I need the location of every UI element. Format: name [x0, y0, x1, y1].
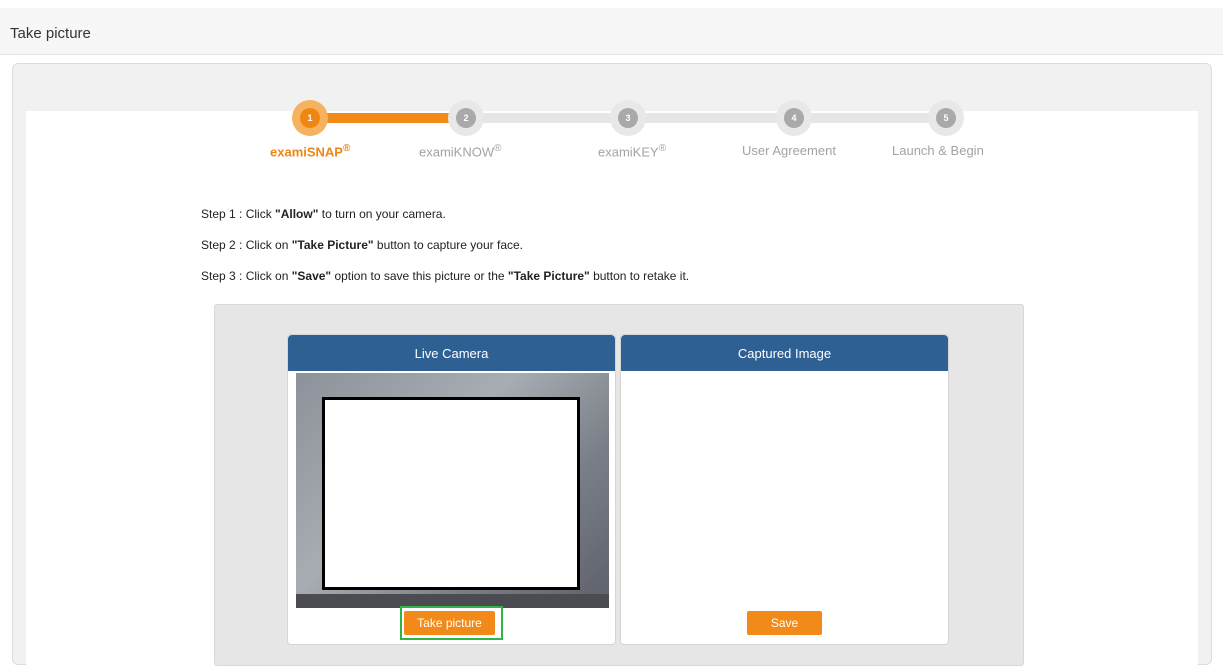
step-4-indicator: 4 [776, 100, 812, 136]
step-2-label: examiKNOW® [419, 143, 502, 160]
step-3-indicator: 3 [610, 100, 646, 136]
step-1-number: 1 [300, 108, 320, 128]
step-connector-4 [810, 113, 944, 123]
instruction-step-2: Step 2 : Click on "Take Picture" button … [201, 238, 524, 252]
step-connector-3 [644, 113, 778, 123]
step-5-label: Launch & Begin [892, 143, 984, 158]
face-frame [322, 397, 580, 590]
progress-stepper: 1 2 3 4 5 examiSNAP® examiKNOW® examiKEY… [0, 0, 1223, 170]
captured-image-title: Captured Image [621, 335, 948, 371]
step-1-indicator: 1 [292, 100, 328, 136]
instruction-step-1: Step 1 : Click "Allow" to turn on your c… [201, 207, 446, 221]
live-camera-panel: Live Camera [287, 334, 616, 645]
step-1-label: examiSNAP® [270, 143, 351, 160]
live-camera-title: Live Camera [288, 335, 615, 371]
instruction-step-3: Step 3 : Click on "Save" option to save … [201, 269, 690, 283]
live-camera-feed [296, 373, 609, 608]
take-picture-highlight [400, 606, 503, 640]
step-3-number: 3 [618, 108, 638, 128]
step-2-indicator: 2 [448, 100, 484, 136]
step-connector-2 [478, 113, 612, 123]
step-connector-1 [322, 113, 458, 123]
step-5-number: 5 [936, 108, 956, 128]
step-5-indicator: 5 [928, 100, 964, 136]
captured-image-panel: Captured Image [620, 334, 949, 645]
step-2-number: 2 [456, 108, 476, 128]
step-4-label: User Agreement [742, 143, 836, 158]
step-3-label: examiKEY® [598, 143, 667, 160]
save-button[interactable]: Save [747, 611, 822, 635]
step-4-number: 4 [784, 108, 804, 128]
